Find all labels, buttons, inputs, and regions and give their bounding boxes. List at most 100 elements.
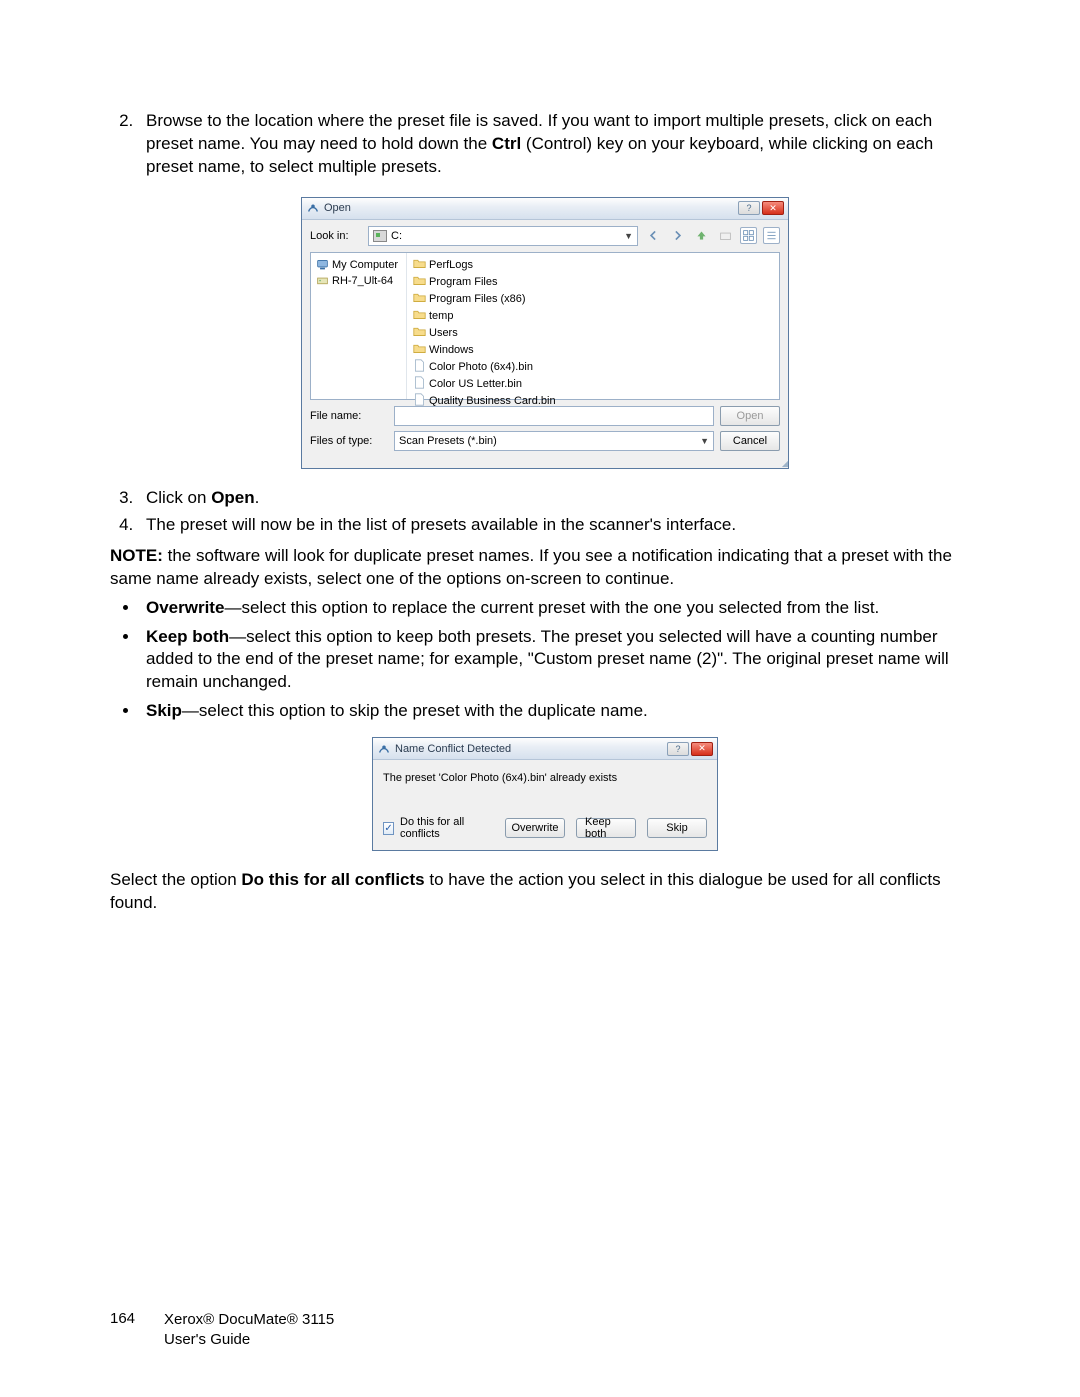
look-in-label: Look in: xyxy=(310,230,362,242)
chevron-down-icon: ▼ xyxy=(700,436,709,446)
new-folder-icon[interactable] xyxy=(716,227,734,245)
text: . xyxy=(255,488,260,507)
open-button[interactable]: Open xyxy=(720,406,780,426)
close-button[interactable]: ✕ xyxy=(691,742,713,756)
text: Click on xyxy=(146,488,211,507)
open-bold: Open xyxy=(211,488,254,507)
ctrl-bold: Ctrl xyxy=(492,134,521,153)
do-all-label: Do this for all conflicts xyxy=(400,816,488,840)
label: PerfLogs xyxy=(429,258,473,272)
bold: Do this for all conflicts xyxy=(241,870,424,889)
label: RH-7_Ult-64 xyxy=(332,275,393,287)
forward-icon[interactable] xyxy=(668,227,686,245)
open-dialog-titlebar: Open ? ✕ xyxy=(302,198,788,220)
label: Windows xyxy=(429,343,474,357)
label: temp xyxy=(429,309,453,323)
folder-icon xyxy=(413,342,426,359)
text: —select this option to keep both presets… xyxy=(146,627,949,692)
step-3: Click on Open. xyxy=(138,487,980,510)
list-item: Windows xyxy=(411,342,775,359)
list-item: temp xyxy=(411,308,775,325)
conflict-title: Name Conflict Detected xyxy=(395,743,665,755)
folder-icon xyxy=(413,291,426,308)
list-item: Color Photo (6x4).bin xyxy=(411,359,775,376)
app-icon xyxy=(377,742,391,756)
conflict-dialog: Name Conflict Detected ? ✕ The preset 'C… xyxy=(372,737,718,851)
text: Select the option xyxy=(110,870,241,889)
label: My Computer xyxy=(332,259,398,271)
chevron-down-icon: ▼ xyxy=(624,231,633,241)
bold: Overwrite xyxy=(146,598,224,617)
label: Skip xyxy=(666,822,687,834)
drive-icon xyxy=(315,274,329,288)
open-dialog: Open ? ✕ Look in: C: ▼ xyxy=(301,197,789,469)
up-icon[interactable] xyxy=(692,227,710,245)
filename-row: File name: Open xyxy=(310,406,780,426)
skip-button[interactable]: Skip xyxy=(647,818,707,838)
cancel-button[interactable]: Cancel xyxy=(720,431,780,451)
folder-icon xyxy=(413,325,426,342)
label: Keep both xyxy=(585,816,627,840)
step-2: Browse to the location where the preset … xyxy=(138,110,980,179)
filter-row: Files of type: Scan Presets (*.bin) ▼ Ca… xyxy=(310,431,780,451)
conflict-message: The preset 'Color Photo (6x4).bin' alrea… xyxy=(383,772,707,784)
file-area: My Computer RH-7_Ult-64 PerfLogs Program… xyxy=(310,252,780,400)
help-button[interactable]: ? xyxy=(738,201,760,215)
text: —select this option to skip the preset w… xyxy=(182,701,648,720)
look-in-combo[interactable]: C: ▼ xyxy=(368,226,638,246)
page-number: 164 xyxy=(110,1310,146,1349)
text: The preset will now be in the list of pr… xyxy=(146,515,736,534)
value: Scan Presets (*.bin) xyxy=(399,435,497,447)
file-icon xyxy=(413,359,426,376)
text: —select this option to replace the curre… xyxy=(224,598,879,617)
open-dialog-title: Open xyxy=(324,202,736,214)
list-item: Color US Letter.bin xyxy=(411,376,775,393)
label: Program Files (x86) xyxy=(429,292,526,306)
label: Open xyxy=(737,410,764,422)
list-item: Program Files xyxy=(411,274,775,291)
filter-combo[interactable]: Scan Presets (*.bin) ▼ xyxy=(394,431,714,451)
folder-icon xyxy=(413,308,426,325)
close-button[interactable]: ✕ xyxy=(762,201,784,215)
file-list[interactable]: PerfLogs Program Files Program Files (x8… xyxy=(407,253,779,399)
do-all-checkbox[interactable]: ✓ xyxy=(383,822,394,835)
folder-icon xyxy=(413,274,426,291)
label: Users xyxy=(429,326,458,340)
look-in-row: Look in: C: ▼ xyxy=(310,226,780,246)
bullet-skip: Skip—select this option to skip the pres… xyxy=(140,700,980,723)
places-sidebar: My Computer RH-7_Ult-64 xyxy=(311,253,407,399)
back-icon[interactable] xyxy=(644,227,662,245)
overwrite-button[interactable]: Overwrite xyxy=(505,818,565,838)
help-button[interactable]: ? xyxy=(667,742,689,756)
note-bold: NOTE: xyxy=(110,546,163,565)
label: Color US Letter.bin xyxy=(429,377,522,391)
list-item: Users xyxy=(411,325,775,342)
final-paragraph: Select the option Do this for all confli… xyxy=(110,869,980,915)
list-item: Program Files (x86) xyxy=(411,291,775,308)
bold: Keep both xyxy=(146,627,229,646)
resize-grip[interactable]: ◢ xyxy=(302,459,788,468)
sidebar-item-rh7[interactable]: RH-7_Ult-64 xyxy=(313,273,404,289)
note-text: the software will look for duplicate pre… xyxy=(110,546,952,588)
filename-input[interactable] xyxy=(394,406,714,426)
list-item: PerfLogs xyxy=(411,257,775,274)
thumbnails-view-icon[interactable] xyxy=(740,227,757,244)
sidebar-item-mycomputer[interactable]: My Computer xyxy=(313,257,404,273)
bullet-keepboth: Keep both—select this option to keep bot… xyxy=(140,626,980,695)
page-footer: 164 Xerox® DocuMate® 3115 User's Guide xyxy=(110,1310,334,1349)
label: Color Photo (6x4).bin xyxy=(429,360,533,374)
product: Xerox® DocuMate® 3115 xyxy=(164,1310,334,1330)
conflict-controls: ✓ Do this for all conflicts Overwrite Ke… xyxy=(383,816,707,840)
file-icon xyxy=(413,376,426,393)
bullet-overwrite: Overwrite—select this option to replace … xyxy=(140,597,980,620)
label: Overwrite xyxy=(511,822,558,834)
list-view-icon[interactable] xyxy=(763,227,780,244)
step-list-cont: Click on Open. The preset will now be in… xyxy=(110,487,980,537)
step-4: The preset will now be in the list of pr… xyxy=(138,514,980,537)
filename-label: File name: xyxy=(310,410,388,422)
app-icon xyxy=(306,201,320,215)
computer-icon xyxy=(315,258,329,272)
filter-label: Files of type: xyxy=(310,435,388,447)
keepboth-button[interactable]: Keep both xyxy=(576,818,636,838)
footer-text: Xerox® DocuMate® 3115 User's Guide xyxy=(164,1310,334,1349)
